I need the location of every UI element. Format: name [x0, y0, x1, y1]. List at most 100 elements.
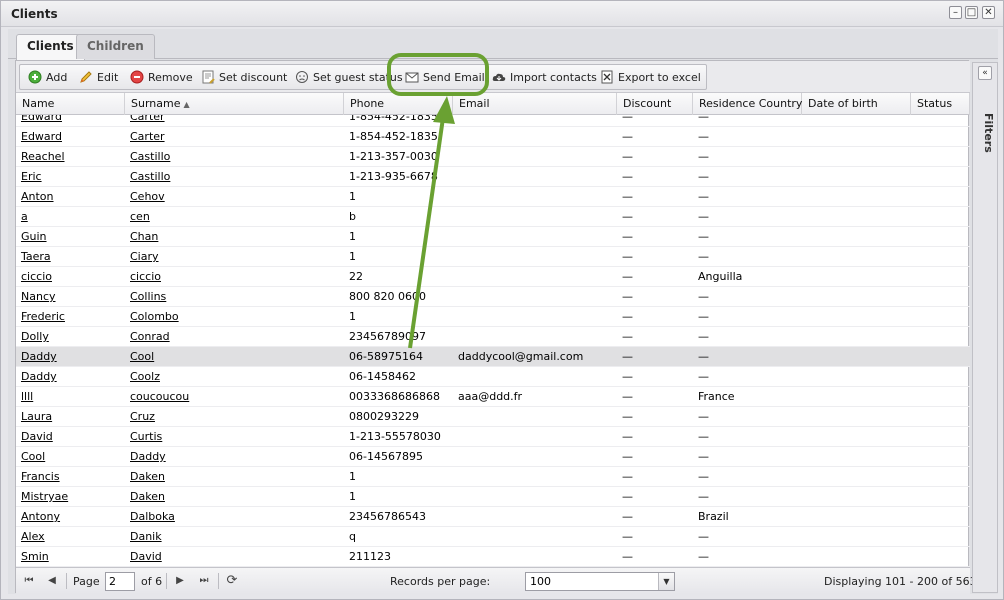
- table-row[interactable]: Reachel Castillo 1-213-357-0030 — —: [16, 147, 970, 167]
- minimize-icon[interactable]: –: [949, 6, 962, 19]
- cell-name[interactable]: llll: [16, 387, 125, 407]
- column-header-status[interactable]: Status: [911, 93, 970, 115]
- grid-body[interactable]: Edward Carter 1-854-452-1835— — Edward Carter…: [16, 115, 970, 567]
- cell-surname[interactable]: coucoucou: [125, 387, 344, 407]
- edit-button[interactable]: Edit: [79, 69, 118, 87]
- cell-name[interactable]: Cool: [16, 447, 125, 467]
- cell-surname[interactable]: Cehov: [125, 187, 344, 207]
- cell-surname[interactable]: Chan: [125, 227, 344, 247]
- cell-name[interactable]: Nancy: [16, 287, 125, 307]
- cell-surname[interactable]: Castillo: [125, 147, 344, 167]
- records-per-page-select[interactable]: 100 ▼: [525, 572, 675, 591]
- cell-name[interactable]: Dolly: [16, 327, 125, 347]
- table-row[interactable]: a cen b — —: [16, 207, 970, 227]
- table-row[interactable]: Antony Dalboka 23456786543 — Brazil: [16, 507, 970, 527]
- table-row[interactable]: Edward Carter 1-854-452-1835 — —: [16, 127, 970, 147]
- table-row[interactable]: Frederic Colombo 1 — —: [16, 307, 970, 327]
- table-row[interactable]: Mistryae Daken 1 — —: [16, 487, 970, 507]
- chevron-down-icon[interactable]: ▼: [658, 573, 674, 590]
- table-row[interactable]: Taera Ciary 1 — —: [16, 247, 970, 267]
- column-header-discount[interactable]: Discount: [617, 93, 693, 115]
- cell-name[interactable]: Mistryae: [16, 487, 125, 507]
- set-discount-button[interactable]: Set discount: [201, 69, 287, 87]
- table-row[interactable]: Nancy Collins 800 820 0600 — —: [16, 287, 970, 307]
- remove-button[interactable]: Remove: [130, 69, 193, 87]
- last-page-icon[interactable]: ⏭: [197, 574, 211, 588]
- cell-name[interactable]: Alex: [16, 527, 125, 547]
- column-header-name[interactable]: Name: [16, 93, 125, 115]
- table-row[interactable]: Edward Carter 1-854-452-1835 — —: [16, 115, 970, 127]
- cell-country: —: [698, 190, 709, 203]
- cell-surname[interactable]: Ciary: [125, 247, 344, 267]
- column-header-date-of-birth[interactable]: Date of birth: [802, 93, 911, 115]
- table-row[interactable]: Francis Daken 1 — —: [16, 467, 970, 487]
- cell-name[interactable]: Antony: [16, 507, 125, 527]
- table-row[interactable]: Dolly Conrad 23456789097 — —: [16, 327, 970, 347]
- table-row[interactable]: Eric Castillo 1-213-935-6678 — —: [16, 167, 970, 187]
- cell-surname[interactable]: Cruz: [125, 407, 344, 427]
- cell-surname[interactable]: Conrad: [125, 327, 344, 347]
- column-header-email[interactable]: Email: [453, 93, 617, 115]
- cell-name[interactable]: Daddy: [16, 347, 125, 367]
- cell-surname[interactable]: Daken: [125, 467, 344, 487]
- add-button[interactable]: Add: [28, 69, 67, 87]
- cell-name[interactable]: Anton: [16, 187, 125, 207]
- cell-surname[interactable]: Collins: [125, 287, 344, 307]
- cell-surname[interactable]: ciccio: [125, 267, 344, 287]
- cell-name[interactable]: Taera: [16, 247, 125, 267]
- next-page-icon[interactable]: ▶: [173, 574, 187, 588]
- table-row[interactable]: Alex Danik q — —: [16, 527, 970, 547]
- cell-surname[interactable]: Cool: [125, 347, 344, 367]
- import-contacts-button[interactable]: Import contacts: [492, 69, 597, 87]
- prev-page-icon[interactable]: ◀: [45, 574, 59, 588]
- cell-name[interactable]: Francis: [16, 467, 125, 487]
- table-row[interactable]: Daddy Cool 06-58975164 daddycool@gmail.com —…: [16, 347, 970, 367]
- cell-name[interactable]: a: [16, 207, 125, 227]
- cell-surname[interactable]: Dalboka: [125, 507, 344, 527]
- table-row[interactable]: David Curtis 1-213-55578030 — —: [16, 427, 970, 447]
- table-row[interactable]: Smin David 211123 — —: [16, 547, 970, 567]
- cell-surname[interactable]: David: [125, 547, 344, 567]
- cell-surname[interactable]: Daddy: [125, 447, 344, 467]
- cell-name[interactable]: Reachel: [16, 147, 125, 167]
- table-row[interactable]: Guin Chan 1 — —: [16, 227, 970, 247]
- refresh-icon[interactable]: ⟳: [225, 574, 239, 588]
- cell-name[interactable]: Laura: [16, 407, 125, 427]
- cell-name[interactable]: Daddy: [16, 367, 125, 387]
- cell-name[interactable]: Guin: [16, 227, 125, 247]
- cell-surname[interactable]: Carter: [125, 115, 344, 127]
- cell-surname[interactable]: cen: [125, 207, 344, 227]
- page-number-input[interactable]: [105, 572, 135, 591]
- first-page-icon[interactable]: ⏮: [22, 574, 36, 588]
- column-header-phone[interactable]: Phone: [344, 93, 453, 115]
- table-row[interactable]: Laura Cruz 0800293229 — —: [16, 407, 970, 427]
- table-row[interactable]: Anton Cehov 1 — —: [16, 187, 970, 207]
- cell-name[interactable]: Edward: [16, 127, 125, 147]
- tab-children[interactable]: Children: [76, 34, 155, 59]
- cell-surname[interactable]: Daken: [125, 487, 344, 507]
- cell-surname[interactable]: Danik: [125, 527, 344, 547]
- cell-surname[interactable]: Castillo: [125, 167, 344, 187]
- column-header-surname[interactable]: Surname ▲: [125, 93, 344, 115]
- table-row[interactable]: ciccio ciccio 22 — Anguilla: [16, 267, 970, 287]
- column-header-residence-country[interactable]: Residence Country: [693, 93, 802, 115]
- maximize-icon[interactable]: □: [965, 6, 978, 19]
- filters-panel[interactable]: « Filters: [972, 62, 998, 593]
- cell-surname[interactable]: Carter: [125, 127, 344, 147]
- table-row[interactable]: Daddy Coolz 06-1458462 — —: [16, 367, 970, 387]
- cell-surname[interactable]: Coolz: [125, 367, 344, 387]
- expand-filters-icon[interactable]: «: [978, 66, 992, 80]
- cell-name[interactable]: Smin: [16, 547, 125, 567]
- cell-name[interactable]: Eric: [16, 167, 125, 187]
- close-icon[interactable]: ✕: [982, 6, 995, 19]
- cell-surname[interactable]: Colombo: [125, 307, 344, 327]
- cell-name[interactable]: ciccio: [16, 267, 125, 287]
- table-row[interactable]: Cool Daddy 06-14567895 — —: [16, 447, 970, 467]
- export-excel-button[interactable]: Export to excel: [600, 69, 701, 87]
- cell-name[interactable]: Frederic: [16, 307, 125, 327]
- table-row[interactable]: llll coucoucou 0033368686868 aaa@ddd.fr — Fra…: [16, 387, 970, 407]
- cell-surname[interactable]: Curtis: [125, 427, 344, 447]
- cell-name[interactable]: David: [16, 427, 125, 447]
- tab-clients[interactable]: Clients: [16, 34, 85, 60]
- cell-name[interactable]: Edward: [16, 115, 125, 127]
